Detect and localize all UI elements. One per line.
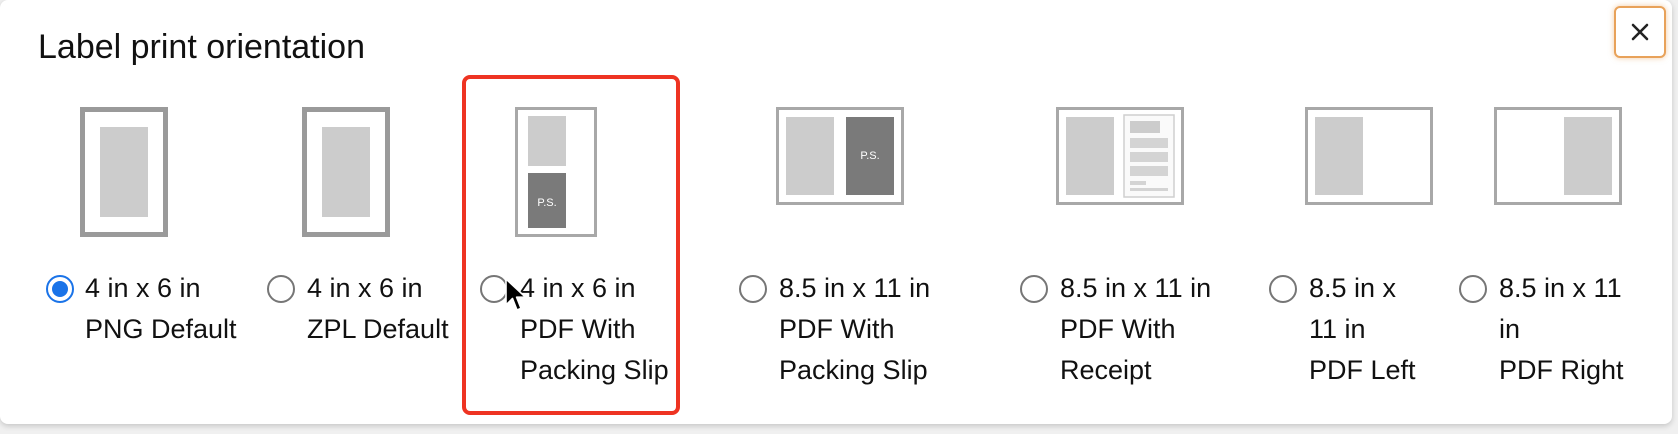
option-label: 8.5 in x 11 in PDF Left [1309, 273, 1416, 385]
option-label: 4 in x 6 in ZPL Default [307, 273, 449, 344]
svg-text:P.S.: P.S. [860, 150, 879, 162]
sheet-with-packing-slip-icon: P.S. [776, 107, 904, 205]
sheet-with-receipt-icon [1056, 107, 1184, 205]
option-label: 8.5 in x 11 in PDF Right [1499, 273, 1624, 385]
option-label: 8.5 in x 11 in PDF With Receipt [1060, 273, 1212, 385]
radio-pdf-right[interactable] [1459, 275, 1487, 303]
close-icon [1631, 23, 1649, 41]
option-label: 8.5 in x 11 in PDF With Packing Slip [779, 273, 931, 385]
radio-pdf-packing-slip-8x11[interactable] [739, 275, 767, 303]
radio-pdf-receipt[interactable] [1020, 275, 1048, 303]
label-orientation-dialog: Label print orientation 4 in x 6 in PNG … [0, 0, 1672, 424]
label-portrait-icon [80, 107, 168, 237]
selection-highlight-box [462, 75, 680, 415]
dialog-title: Label print orientation [38, 28, 366, 66]
option-label: 4 in x 6 in PNG Default [85, 273, 237, 344]
radio-zpl-default[interactable] [267, 275, 295, 303]
radio-pdf-left[interactable] [1269, 275, 1297, 303]
label-portrait-icon [302, 107, 390, 237]
sheet-label-left-icon [1305, 107, 1433, 205]
close-button[interactable] [1614, 6, 1666, 58]
sheet-label-right-icon [1494, 107, 1622, 205]
mouse-cursor-icon [505, 278, 527, 311]
radio-png-default[interactable] [46, 275, 74, 303]
